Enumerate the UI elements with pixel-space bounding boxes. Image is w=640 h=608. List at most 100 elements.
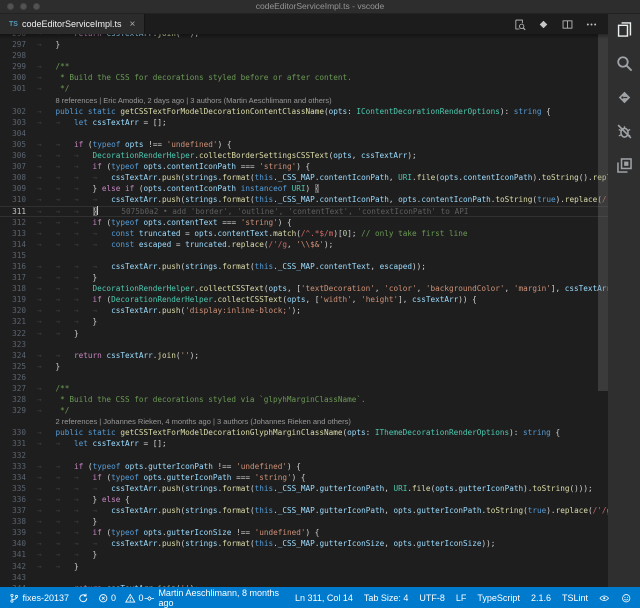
code-row[interactable]: 298 <box>0 50 608 61</box>
line-number[interactable]: 333 <box>0 461 37 472</box>
code-row[interactable]: 333→ → if (typeof opts.gutterIconPath !=… <box>0 461 608 472</box>
status-warnings[interactable]: 0 <box>125 593 144 604</box>
line-number[interactable]: 344 <box>0 583 37 587</box>
code-row[interactable]: 341→ → → } <box>0 549 608 560</box>
line-number[interactable]: 301 <box>0 83 37 94</box>
code-row[interactable]: 342→ → } <box>0 561 608 572</box>
open-preview-icon[interactable] <box>513 18 526 31</box>
code-row[interactable]: 338→ → → } <box>0 516 608 527</box>
close-window-button[interactable] <box>7 3 14 10</box>
line-number[interactable]: 331 <box>0 438 37 449</box>
line-number[interactable]: 341 <box>0 549 37 560</box>
code-row[interactable]: 339→ → → if (typeof opts.gutterIconSize … <box>0 527 608 538</box>
code-row[interactable]: 309→ → → } else if (opts.contentIconPath… <box>0 183 608 194</box>
code-row[interactable]: 304 <box>0 128 608 139</box>
code-row[interactable]: 306→ → → DecorationRenderHelper.collectB… <box>0 150 608 161</box>
codelens-text[interactable]: 8 references | Eric Amodio, 2 days ago |… <box>37 95 332 106</box>
code-row[interactable]: 324→ → return cssTextArr.join(''); <box>0 350 608 361</box>
activity-extensions-icon[interactable] <box>615 156 634 175</box>
code-row[interactable]: 302→ public static getCSSTextForModelDec… <box>0 106 608 117</box>
code-row[interactable]: 344→ → return cssTextArr.join(''); <box>0 583 608 587</box>
line-number[interactable]: 332 <box>0 450 37 461</box>
scrollbar-thumb[interactable] <box>598 34 608 391</box>
status-eol[interactable]: LF <box>456 593 467 603</box>
line-number[interactable]: 313 <box>0 228 37 239</box>
code-row[interactable]: 312→ → → if (typeof opts.contentText ===… <box>0 217 608 228</box>
line-number[interactable]: 342 <box>0 561 37 572</box>
activity-source-control-icon[interactable] <box>615 88 634 107</box>
code-row[interactable]: 301→ */ <box>0 83 608 94</box>
activity-debug-icon[interactable] <box>615 122 634 141</box>
line-number[interactable]: 310 <box>0 194 37 205</box>
more-actions-icon[interactable] <box>585 18 598 31</box>
line-number[interactable]: 299 <box>0 61 37 72</box>
status-encoding[interactable]: UTF-8 <box>419 593 445 603</box>
code-row[interactable]: 336→ → → } else { <box>0 494 608 505</box>
codelens-row[interactable]: 2 references | Johannes Rieken, 4 months… <box>0 416 608 427</box>
status-tslint[interactable]: TSLint <box>562 593 588 603</box>
line-number[interactable]: 308 <box>0 172 37 183</box>
line-number[interactable]: 321 <box>0 316 37 327</box>
code-row[interactable]: 328→ * Build the CSS for decorations sty… <box>0 394 608 405</box>
code-row[interactable]: 340→ → → → cssTextArr.push(strings.forma… <box>0 538 608 549</box>
code-row[interactable]: 308→ → → → cssTextArr.push(strings.forma… <box>0 172 608 183</box>
line-number[interactable]: 297 <box>0 39 37 50</box>
code-row[interactable]: 318→ → → DecorationRenderHelper.collectC… <box>0 283 608 294</box>
line-number[interactable]: 320 <box>0 305 37 316</box>
code-row[interactable]: 297→ } <box>0 39 608 50</box>
line-number[interactable]: 314 <box>0 239 37 250</box>
code-row[interactable]: 305→ → if (typeof opts !== 'undefined') … <box>0 139 608 150</box>
activity-search-icon[interactable] <box>615 54 634 73</box>
code-row[interactable]: 325→ } <box>0 361 608 372</box>
status-language-mode[interactable]: TypeScript <box>477 593 520 603</box>
line-number[interactable]: 306 <box>0 150 37 161</box>
status-blame[interactable]: Martin Aeschlimann, 8 months ago <box>144 588 295 608</box>
split-editor-icon[interactable] <box>561 18 574 31</box>
activity-explorer-icon[interactable] <box>615 20 634 39</box>
code-row[interactable]: 317→ → → } <box>0 272 608 283</box>
code-row[interactable]: 334→ → → if (typeof opts.gutterIconPath … <box>0 472 608 483</box>
line-number[interactable]: 323 <box>0 339 37 350</box>
code-row[interactable]: 322→ → } <box>0 328 608 339</box>
line-number[interactable]: 319 <box>0 294 37 305</box>
line-number[interactable]: 340 <box>0 538 37 549</box>
line-number[interactable]: 300 <box>0 72 37 83</box>
line-number[interactable]: 326 <box>0 372 37 383</box>
line-number[interactable]: 298 <box>0 50 37 61</box>
line-number[interactable]: 312 <box>0 217 37 228</box>
line-number[interactable]: 339 <box>0 527 37 538</box>
code-row[interactable]: 329→ */ <box>0 405 608 416</box>
line-number[interactable]: 322 <box>0 328 37 339</box>
line-number[interactable]: 317 <box>0 272 37 283</box>
line-number[interactable]: 343 <box>0 572 37 583</box>
line-number[interactable]: 329 <box>0 405 37 416</box>
status-cursor-position[interactable]: Ln 311, Col 14 <box>295 593 353 603</box>
codelens-row[interactable]: 8 references | Eric Amodio, 2 days ago |… <box>0 95 608 106</box>
line-number[interactable]: 307 <box>0 161 37 172</box>
line-number[interactable]: 316 <box>0 261 37 272</box>
line-number[interactable]: 327 <box>0 383 37 394</box>
code-row[interactable]: 300→ * Build the CSS for decorations sty… <box>0 72 608 83</box>
code-row[interactable]: 323 <box>0 339 608 350</box>
code-row[interactable]: 330→ public static getCSSTextForModelDec… <box>0 427 608 438</box>
line-number[interactable]: 304 <box>0 128 37 139</box>
line-number[interactable]: 311 <box>0 206 37 217</box>
status-indentation[interactable]: Tab Size: 4 <box>364 593 409 603</box>
code-row[interactable]: 337→ → → → cssTextArr.push(strings.forma… <box>0 505 608 516</box>
line-number[interactable]: 325 <box>0 361 37 372</box>
code-row[interactable]: 331→ → let cssTextArr = []; <box>0 438 608 449</box>
line-number[interactable]: 324 <box>0 350 37 361</box>
zoom-window-button[interactable] <box>33 3 40 10</box>
code-row[interactable]: 335→ → → → cssTextArr.push(strings.forma… <box>0 483 608 494</box>
status-sync[interactable] <box>78 593 89 604</box>
line-number[interactable] <box>0 416 37 427</box>
status-errors[interactable]: 0 <box>98 593 117 604</box>
codelens-text[interactable]: 2 references | Johannes Rieken, 4 months… <box>37 416 351 427</box>
code-row[interactable]: 307→ → → if (typeof opts.contentIconPath… <box>0 161 608 172</box>
code-editor[interactable]: 296→ → return cssTextArr.join('');297→ }… <box>0 34 608 587</box>
line-number[interactable]: 315 <box>0 250 37 261</box>
status-typescript-version[interactable]: 2.1.6 <box>531 593 551 603</box>
status-git-branch[interactable]: fixes-20137 <box>9 593 69 604</box>
code-row[interactable]: 343 <box>0 572 608 583</box>
status-preview-toggle[interactable] <box>599 593 610 604</box>
